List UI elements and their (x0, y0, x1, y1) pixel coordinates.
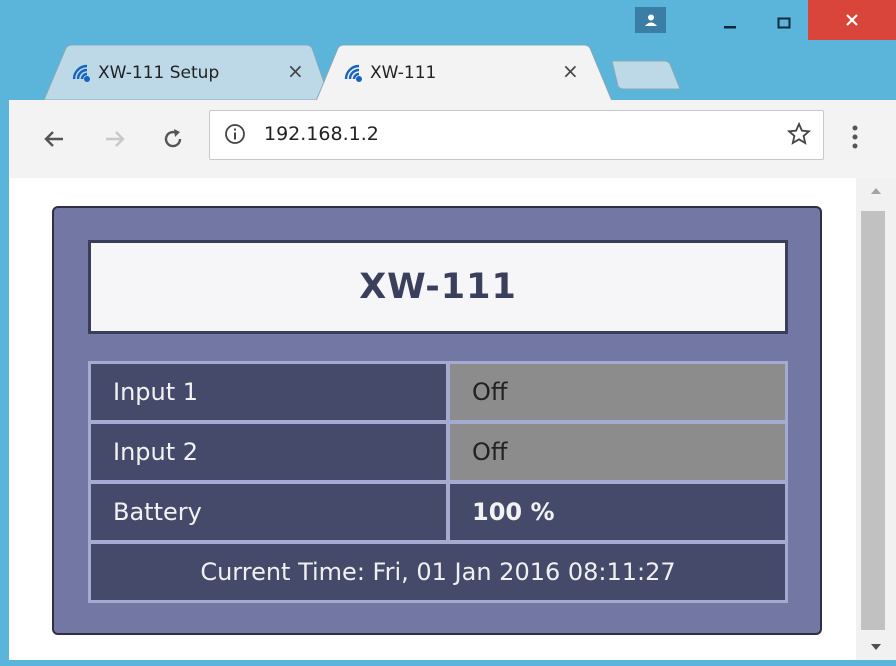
tab-title: XW-111 Setup (98, 63, 220, 83)
row-value-input-2: Off (450, 424, 785, 480)
user-profile-button[interactable] (635, 7, 666, 33)
minimize-button[interactable] (712, 7, 748, 39)
close-tab-button[interactable]: × (287, 61, 304, 81)
forward-button[interactable] (100, 124, 130, 154)
reload-icon (164, 129, 182, 148)
row-value-input-1: Off (450, 364, 785, 420)
new-tab-button[interactable] (612, 60, 682, 90)
tab-xw111-setup[interactable]: XW-111 Setup × (44, 45, 330, 100)
back-arrow-icon (44, 131, 63, 147)
vertical-scrollbar[interactable] (856, 178, 896, 660)
kebab-menu-icon[interactable] (851, 122, 859, 152)
url-text[interactable]: 192.168.1.2 (264, 123, 379, 145)
close-icon (846, 14, 858, 26)
tab-xw111[interactable]: XW-111 × (316, 45, 612, 101)
scroll-down-icon[interactable] (870, 642, 882, 652)
scrollbar-thumb[interactable] (861, 211, 885, 630)
star-icon[interactable] (787, 122, 811, 146)
row-value-battery: 100 % (450, 484, 785, 540)
scroll-up-icon[interactable] (870, 186, 882, 196)
current-time: Current Time: Fri, 01 Jan 2016 08:11:27 (91, 544, 785, 600)
device-header: XW-111 (88, 240, 788, 334)
tab-title: XW-111 (370, 63, 437, 83)
maximize-button[interactable] (766, 7, 802, 39)
info-icon[interactable] (224, 123, 246, 145)
minimize-icon (724, 26, 736, 29)
close-window-button[interactable] (808, 0, 896, 40)
device-name: XW-111 (359, 267, 517, 307)
forward-arrow-icon (106, 131, 125, 147)
maximize-icon (777, 17, 791, 29)
wifi-icon (344, 64, 362, 82)
back-button[interactable] (39, 124, 69, 154)
address-bar[interactable]: 192.168.1.2 (209, 110, 824, 160)
user-icon (644, 14, 657, 26)
status-table: Input 1 Off Input 2 Off Battery 100 % Cu… (88, 361, 788, 603)
wifi-icon (72, 64, 90, 82)
device-panel: XW-111 Input 1 Off Input 2 Off Battery 1… (52, 206, 822, 635)
row-label-battery: Battery (91, 484, 446, 540)
row-label-input-2: Input 2 (91, 424, 446, 480)
page-viewport: XW-111 Input 1 Off Input 2 Off Battery 1… (9, 178, 896, 660)
row-label-input-1: Input 1 (91, 364, 446, 420)
browser-toolbar: 192.168.1.2 (9, 100, 896, 179)
reload-button[interactable] (158, 124, 188, 154)
close-tab-button[interactable]: × (562, 61, 579, 81)
